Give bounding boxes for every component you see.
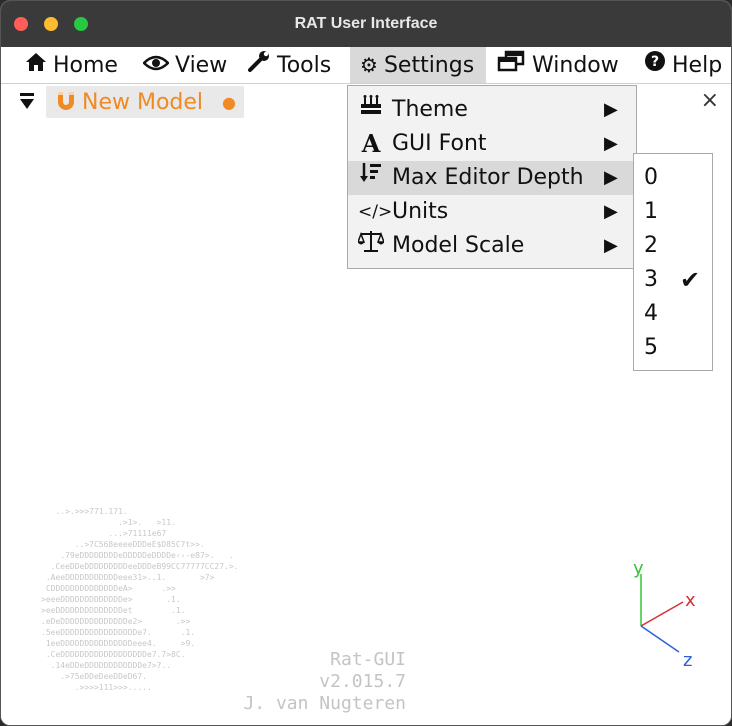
magnet-icon <box>55 90 77 117</box>
menu-item-gui-font-label: GUI Font <box>392 131 487 156</box>
window-icon <box>496 47 526 83</box>
depth-option-0[interactable]: 0 <box>634 161 712 195</box>
menu-item-model-scale-label: Model Scale <box>392 233 525 258</box>
menu-window-label: Window <box>532 53 619 78</box>
max-editor-depth-submenu: 0 1 2 3 ✔ 4 5 <box>633 153 713 371</box>
menu-item-model-scale[interactable]: Model Scale ▶ <box>348 229 636 263</box>
depth-option-2[interactable]: 2 <box>634 229 712 263</box>
sort-depth-icon <box>358 161 384 196</box>
depth-option-4[interactable]: 4 <box>634 297 712 331</box>
menu-home[interactable]: Home <box>25 47 118 83</box>
z-axis-line <box>640 625 680 653</box>
menu-view[interactable]: View <box>142 47 228 83</box>
menu-item-units-label: Units <box>392 199 449 224</box>
y-axis-label: y <box>633 558 644 579</box>
tab-new-model[interactable]: New Model ● <box>46 86 244 118</box>
home-icon <box>25 47 47 83</box>
wrench-icon <box>247 47 271 83</box>
title-bar: RAT User Interface <box>1 1 731 47</box>
checkmark-icon: ✔ <box>680 266 701 294</box>
splash-app-name: Rat-GUI <box>330 649 406 670</box>
menu-item-max-editor-depth[interactable]: Max Editor Depth ▶ <box>348 161 636 195</box>
splash-author: J. van Nugteren <box>243 693 406 714</box>
menu-home-label: Home <box>53 53 118 78</box>
menu-window[interactable]: Window <box>496 47 619 83</box>
unsaved-indicator: ● <box>222 93 236 112</box>
submenu-arrow-icon: ▶ <box>604 167 618 188</box>
depth-option-label: 0 <box>644 165 658 190</box>
depth-option-label: 3 <box>644 267 658 292</box>
tab-label: New Model <box>82 90 204 115</box>
help-icon: ? <box>644 47 666 83</box>
splash-ascii-logo: ..>.>>>771.171. .>1>. >11. ...>71111e67 … <box>41 507 239 692</box>
menu-item-gui-font[interactable]: A GUI Font ▶ <box>348 127 636 161</box>
depth-option-5[interactable]: 5 <box>634 331 712 365</box>
code-icon: </> <box>358 202 393 222</box>
close-tab-button[interactable]: × <box>701 88 719 113</box>
menu-item-units[interactable]: </> Units ▶ <box>348 195 636 229</box>
app-window: RAT User Interface Home View Tools ⚙ Sett… <box>0 0 732 726</box>
eye-icon <box>142 47 170 83</box>
scale-icon <box>356 229 386 264</box>
submenu-arrow-icon: ▶ <box>604 201 618 222</box>
depth-option-3[interactable]: 3 ✔ <box>634 263 712 297</box>
menu-item-theme[interactable]: Theme ▶ <box>348 93 636 127</box>
depth-option-label: 4 <box>644 301 658 326</box>
submenu-arrow-icon: ▶ <box>604 99 618 120</box>
menu-item-theme-label: Theme <box>392 97 468 122</box>
cake-icon <box>358 93 384 127</box>
splash-version: v2.015.7 <box>319 671 406 692</box>
menu-bar: Home View Tools ⚙ Settings Window ? Help <box>1 47 731 84</box>
z-axis-label: z <box>683 650 692 666</box>
depth-option-label: 2 <box>644 233 658 258</box>
menu-tools-label: Tools <box>277 53 332 78</box>
font-icon: A <box>361 129 381 158</box>
axes-triad: y x z <box>633 558 696 666</box>
submenu-arrow-icon: ▶ <box>604 235 618 256</box>
settings-dropdown-menu: Theme ▶ A GUI Font ▶ Max Editor Depth ▶ … <box>347 85 637 269</box>
menu-tools[interactable]: Tools <box>247 47 331 83</box>
svg-text:?: ? <box>651 54 659 70</box>
window-title: RAT User Interface <box>294 15 438 32</box>
x-axis-line <box>640 601 684 627</box>
depth-option-label: 5 <box>644 335 658 360</box>
depth-option-label: 1 <box>644 199 658 224</box>
menu-help[interactable]: ? Help <box>644 47 722 83</box>
menu-view-label: View <box>175 53 228 78</box>
tab-list-dropdown[interactable] <box>19 92 35 115</box>
menu-item-max-editor-depth-label: Max Editor Depth <box>392 165 584 190</box>
menu-settings-label: Settings <box>383 53 475 78</box>
menu-help-label: Help <box>672 53 723 78</box>
submenu-arrow-icon: ▶ <box>604 133 618 154</box>
x-axis-label: x <box>685 590 696 611</box>
depth-option-1[interactable]: 1 <box>634 195 712 229</box>
menu-settings[interactable]: ⚙ Settings <box>350 47 486 83</box>
gear-icon: ⚙ <box>360 53 378 77</box>
